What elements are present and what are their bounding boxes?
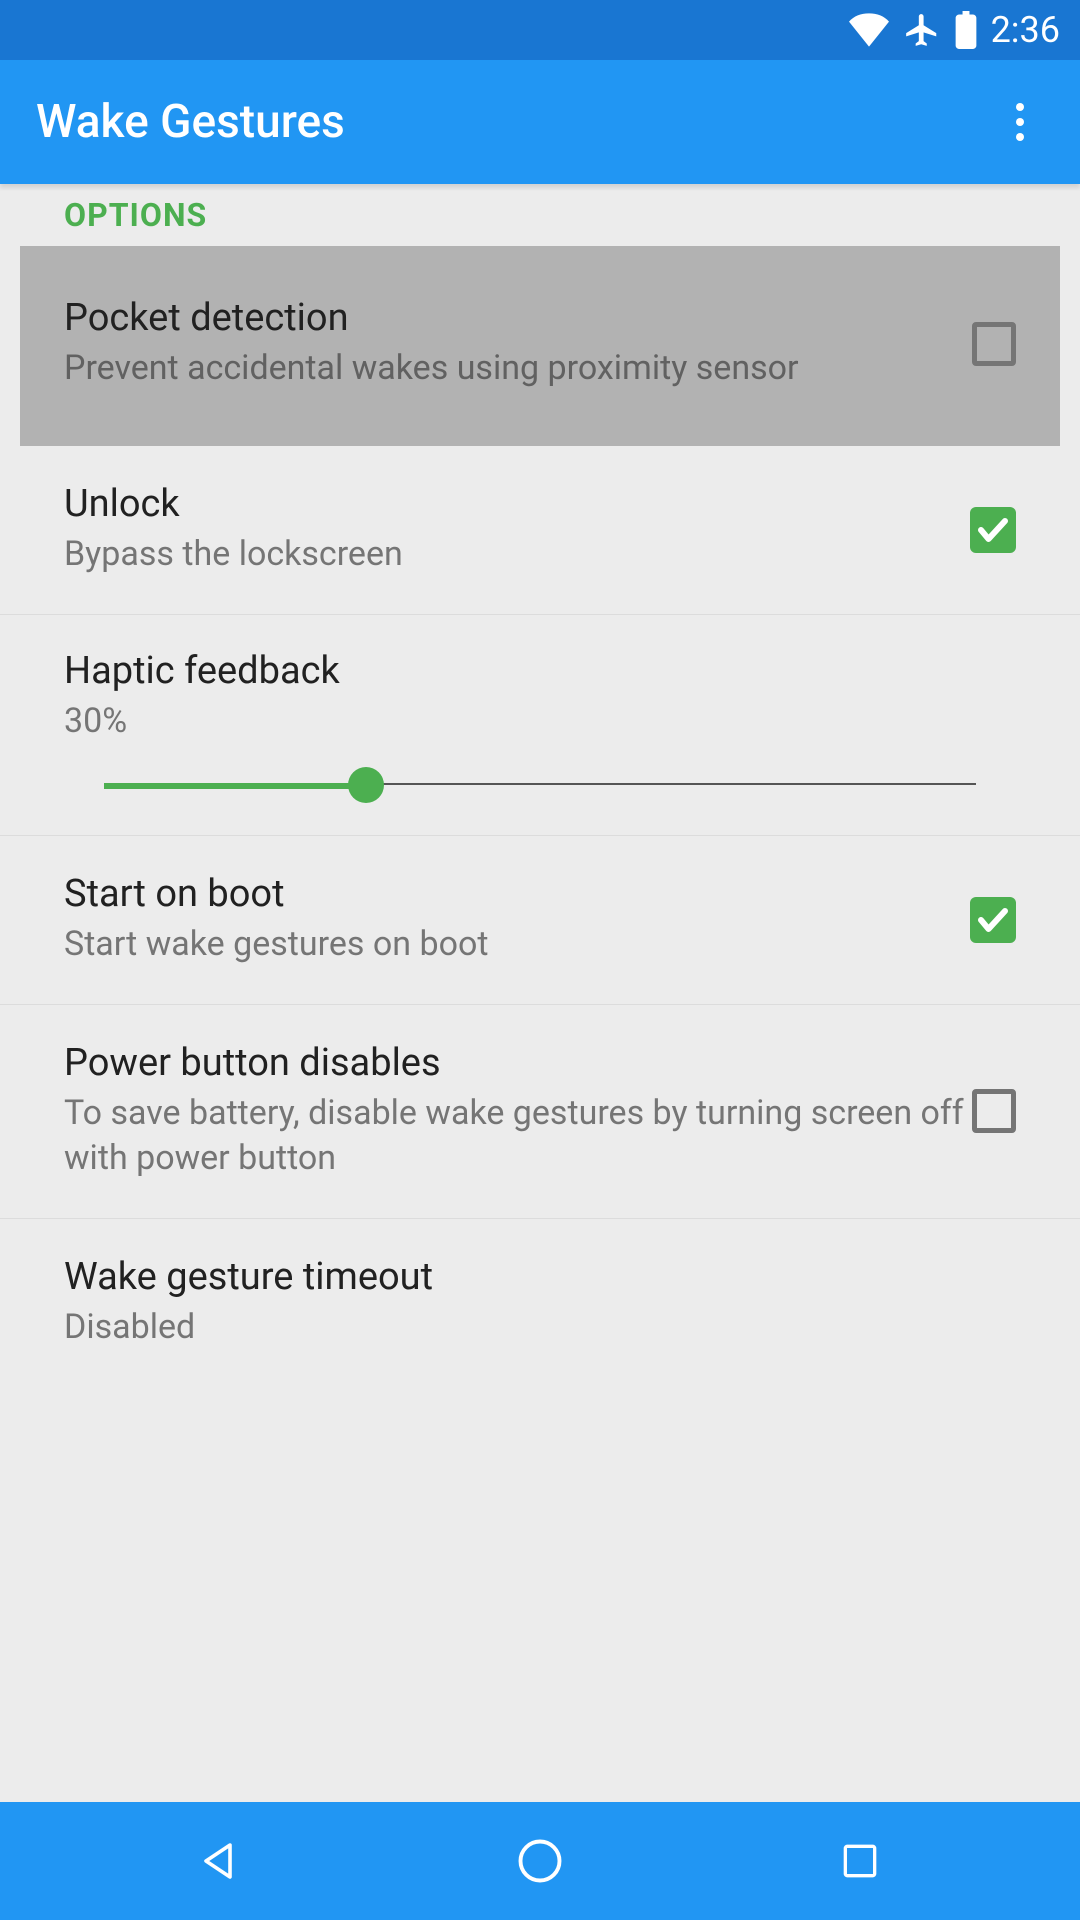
slider-thumb-icon[interactable] bbox=[348, 767, 384, 803]
nav-home-button[interactable] bbox=[510, 1831, 570, 1891]
option-title: Unlock bbox=[64, 482, 970, 526]
nav-recent-button[interactable] bbox=[830, 1831, 890, 1891]
app-bar: Wake Gestures bbox=[0, 60, 1080, 184]
nav-back-button[interactable] bbox=[190, 1831, 250, 1891]
overflow-menu-button[interactable] bbox=[996, 98, 1044, 146]
settings-list: OPTIONS Pocket detection Prevent acciden… bbox=[0, 184, 1080, 1802]
status-bar: 2:36 bbox=[0, 0, 1080, 60]
option-subtitle: Bypass the lockscreen bbox=[64, 532, 970, 578]
navigation-bar bbox=[0, 1802, 1080, 1920]
option-subtitle: To save battery, disable wake gestures b… bbox=[64, 1091, 972, 1183]
haptic-slider[interactable] bbox=[104, 765, 976, 805]
checkbox-checked-icon[interactable] bbox=[970, 897, 1016, 943]
option-subtitle: Disabled bbox=[64, 1305, 1016, 1351]
option-title: Pocket detection bbox=[64, 296, 972, 340]
option-wake-gesture-timeout[interactable]: Wake gesture timeout Disabled bbox=[0, 1219, 1080, 1387]
option-haptic-feedback[interactable]: Haptic feedback 30% bbox=[0, 615, 1080, 836]
slider-track-filled bbox=[104, 783, 366, 789]
option-pocket-detection[interactable]: Pocket detection Prevent accidental wake… bbox=[20, 246, 1060, 446]
airplane-icon bbox=[903, 11, 941, 49]
option-title: Haptic feedback bbox=[64, 649, 1016, 693]
option-title: Start on boot bbox=[64, 872, 970, 916]
battery-icon bbox=[955, 11, 977, 49]
option-title: Wake gesture timeout bbox=[64, 1255, 1016, 1299]
slider-track-empty bbox=[366, 783, 976, 785]
option-value: 30% bbox=[64, 699, 1016, 745]
wifi-icon bbox=[849, 13, 889, 47]
option-subtitle: Start wake gestures on boot bbox=[64, 922, 970, 968]
checkbox-checked-icon[interactable] bbox=[970, 507, 1016, 553]
option-start-on-boot[interactable]: Start on boot Start wake gestures on boo… bbox=[0, 836, 1080, 1005]
page-title: Wake Gestures bbox=[36, 95, 345, 149]
option-power-button-disables[interactable]: Power button disables To save battery, d… bbox=[0, 1005, 1080, 1220]
status-time: 2:36 bbox=[991, 9, 1060, 51]
checkbox-unchecked-icon[interactable] bbox=[972, 1089, 1016, 1133]
dots-icon bbox=[1016, 103, 1024, 111]
option-subtitle: Prevent accidental wakes using proximity… bbox=[64, 346, 972, 392]
checkbox-unchecked-icon[interactable] bbox=[972, 322, 1016, 366]
option-title: Power button disables bbox=[64, 1041, 972, 1085]
section-header-options: OPTIONS bbox=[0, 184, 1080, 246]
option-unlock[interactable]: Unlock Bypass the lockscreen bbox=[0, 446, 1080, 615]
